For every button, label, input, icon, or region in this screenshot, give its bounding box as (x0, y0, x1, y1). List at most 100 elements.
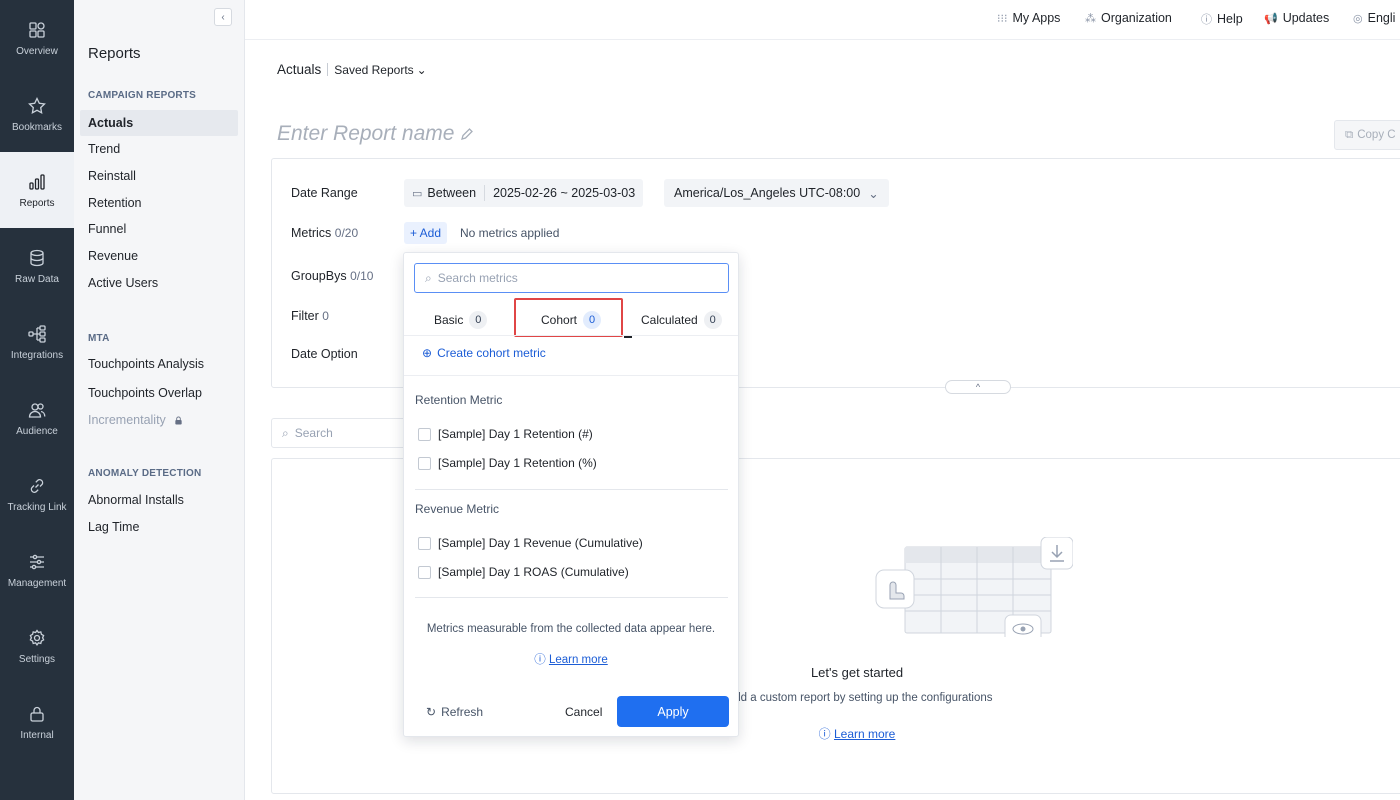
groupbys-label: GroupBys 0/10 (291, 269, 374, 283)
checkbox[interactable] (418, 456, 431, 470)
search-icon: ⌕ (282, 425, 289, 440)
updates-link[interactable]: 📢 Updates (1264, 11, 1329, 25)
rail-label: Audience (16, 425, 58, 437)
rail-label: Integrations (10, 349, 64, 361)
pencil-icon (461, 128, 474, 140)
add-metric-button[interactable]: + Add (404, 222, 448, 244)
lock-icon (30, 706, 44, 722)
sidebar-item-retention[interactable]: Retention (80, 190, 238, 216)
sidebar-item-reinstall[interactable]: Reinstall (80, 163, 238, 189)
divider (415, 489, 728, 490)
sidebar-item-incrementality[interactable]: Incrementality (80, 407, 238, 433)
rail-item-reports[interactable]: Reports (0, 152, 74, 228)
revenue-metric-group-title: Revenue Metric (415, 502, 500, 516)
report-name-input[interactable]: Enter Report name (277, 122, 474, 146)
filter-count: 0 (322, 309, 329, 323)
metric-checkbox-row[interactable]: [Sample] Day 1 Retention (%) (418, 456, 597, 470)
overview-icon (29, 21, 45, 38)
checkbox[interactable] (418, 565, 431, 579)
organization-link[interactable]: ⁂ Organization (1085, 11, 1172, 25)
help-link[interactable]: ⓘ Help (1201, 11, 1243, 27)
date-range-picker[interactable]: ▭ Between 2025-02-26 ~ 2025-03-03 (404, 179, 644, 207)
grid-icon: ⁝⁝⁝ (997, 12, 1008, 25)
top-bar: ⁝⁝⁝ My Apps ⁂ Organization ⓘ Help 📢 Updates … (245, 0, 1400, 40)
megaphone-icon: 📢 (1264, 12, 1278, 25)
metric-checkbox-row[interactable]: [Sample] Day 1 Retention (#) (418, 427, 593, 441)
apply-button[interactable]: Apply (617, 696, 729, 727)
saved-reports-dropdown[interactable]: Saved Reports ⌄ (334, 63, 426, 77)
chevron-down-icon: ⌄ (868, 186, 879, 201)
sidebar-item-revenue[interactable]: Revenue (80, 243, 238, 269)
rail-label: Tracking Link (7, 501, 67, 513)
metric-checkbox-row[interactable]: [Sample] Day 1 Revenue (Cumulative) (418, 536, 643, 550)
results-search-input[interactable]: ⌕ Search (271, 418, 411, 448)
tab-count: 0 (469, 311, 488, 329)
chevron-left-icon: ‹ (221, 11, 225, 23)
empty-state-illustration (875, 537, 1073, 637)
rail-item-overview[interactable]: Overview (0, 0, 74, 76)
calendar-icon: ▭ (412, 187, 423, 200)
rail-label: Bookmarks (11, 121, 62, 133)
sidebar-item-actuals[interactable]: Actuals (80, 110, 238, 136)
audience-icon (28, 402, 46, 418)
my-apps-link[interactable]: ⁝⁝⁝ My Apps (997, 11, 1060, 25)
tab-calculated[interactable]: Calculated 0 (641, 309, 722, 331)
rail-item-tracking-link[interactable]: Tracking Link (0, 456, 74, 532)
language-link[interactable]: ◎ Engli (1353, 11, 1395, 25)
tab-underline (624, 336, 632, 338)
create-cohort-metric-link[interactable]: ⊕ Create cohort metric (422, 346, 546, 360)
app-rail: Overview Bookmarks Reports Raw Data Inte… (0, 0, 74, 800)
sliders-icon (30, 554, 44, 569)
rail-item-integrations[interactable]: Integrations (0, 304, 74, 380)
rail-item-bookmarks[interactable]: Bookmarks (0, 76, 74, 152)
rail-item-internal[interactable]: Internal (0, 684, 74, 760)
star-icon (28, 96, 46, 114)
rail-item-raw-data[interactable]: Raw Data (0, 228, 74, 304)
help-icon: ⓘ (1201, 14, 1212, 26)
search-icon: ⌕ (425, 270, 432, 285)
sidebar-item-touchpoints-overlap[interactable]: Touchpoints Overlap (80, 380, 238, 406)
organization-icon: ⁂ (1085, 12, 1096, 25)
checkbox[interactable] (418, 427, 431, 441)
integrations-icon (28, 324, 46, 343)
retention-metric-group-title: Retention Metric (415, 393, 503, 407)
sidebar-item-lag-time[interactable]: Lag Time (80, 514, 238, 540)
rail-label: Settings (18, 653, 56, 665)
sidebar-item-funnel[interactable]: Funnel (80, 216, 238, 242)
tab-count: 0 (583, 311, 602, 329)
breadcrumb: Actuals Saved Reports ⌄ (277, 62, 427, 77)
lock-icon (175, 416, 182, 425)
rail-item-settings[interactable]: Settings (0, 608, 74, 684)
tab-cohort[interactable]: Cohort 0 (541, 309, 602, 331)
divider (415, 597, 728, 598)
rail-item-management[interactable]: Management (0, 532, 74, 608)
help-icon: ⓘ (818, 727, 831, 741)
section-campaign-reports: CAMPAIGN REPORTS (88, 90, 197, 101)
tab-basic[interactable]: Basic 0 (434, 309, 488, 331)
sidebar-item-abnormal-installs[interactable]: Abnormal Installs (80, 487, 238, 513)
collapse-sidebar-button[interactable]: ‹ (214, 8, 232, 26)
chevron-down-icon: ⌄ (416, 62, 427, 77)
sidebar-item-touchpoints-analysis[interactable]: Touchpoints Analysis (80, 351, 238, 377)
metrics-note: Metrics measurable from the collected da… (426, 623, 716, 635)
rail-label: Management (7, 577, 67, 589)
sidebar-item-trend[interactable]: Trend (80, 136, 238, 162)
cancel-button[interactable]: Cancel (565, 705, 602, 719)
metric-checkbox-row[interactable]: [Sample] Day 1 ROAS (Cumulative) (418, 565, 629, 579)
sidebar-item-active-users[interactable]: Active Users (80, 270, 238, 296)
divider (327, 63, 329, 76)
metrics-search-input[interactable]: ⌕ Search metrics (414, 263, 729, 293)
bar-chart-icon (29, 173, 45, 190)
refresh-button[interactable]: ↻ Refresh (426, 705, 483, 719)
popover-learn-more[interactable]: ⓘ Learn more (404, 651, 738, 667)
rail-item-audience[interactable]: Audience (0, 380, 74, 456)
rail-label: Reports (19, 197, 55, 209)
timezone-select[interactable]: America/Los_Angeles UTC-08:00 ⌄ (664, 179, 889, 207)
checkbox[interactable] (418, 536, 431, 550)
collapse-config-button[interactable]: ^ (945, 380, 1011, 394)
date-range-label: Date Range (291, 186, 358, 200)
copy-button[interactable]: ⧉ Copy C (1334, 120, 1400, 150)
metrics-label: Metrics 0/20 (291, 226, 359, 240)
date-option-label: Date Option (291, 347, 358, 361)
reports-sidebar: ‹ Reports CAMPAIGN REPORTS Actuals Trend… (74, 0, 245, 800)
